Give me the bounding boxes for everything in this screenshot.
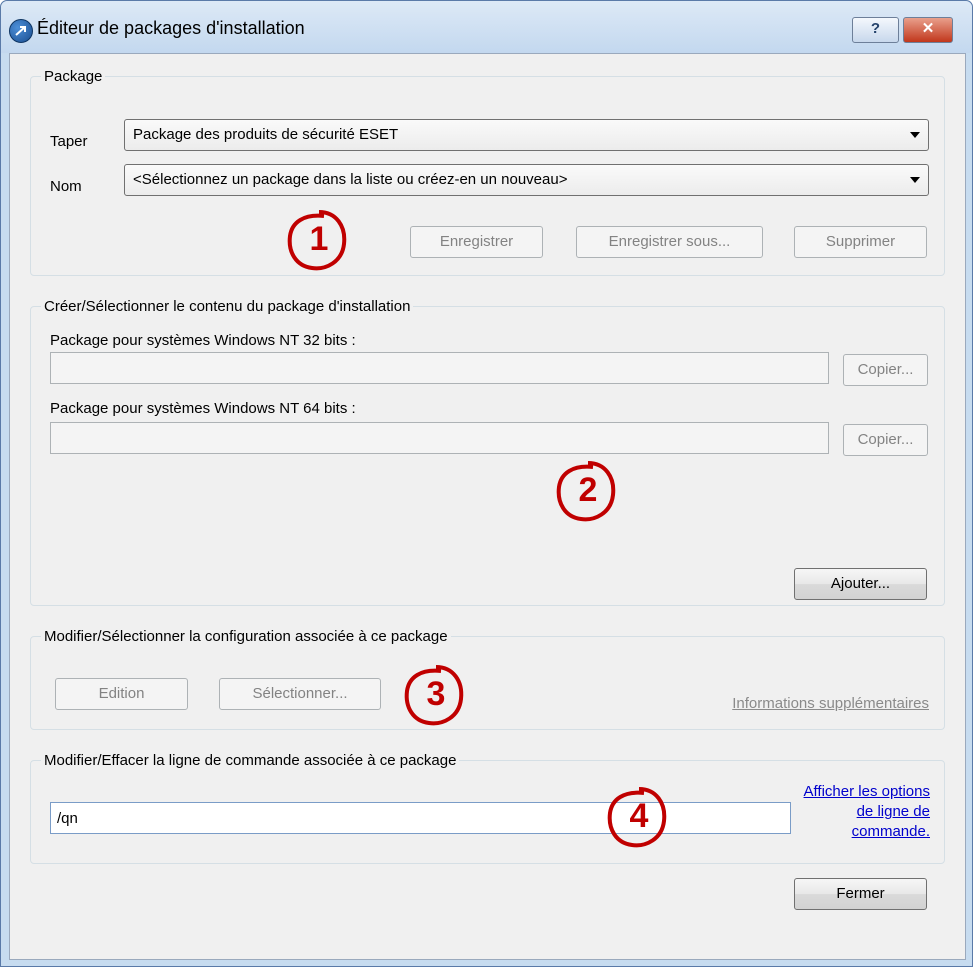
delete-button[interactable]: Supprimer xyxy=(794,226,927,258)
name-dropdown[interactable]: <Sélectionnez un package dans la liste o… xyxy=(124,164,929,196)
installer-package-editor-window: Éditeur de packages d'installation ? ✕ P… xyxy=(0,0,973,967)
annotation-marker-2: 2 xyxy=(553,457,623,527)
more-info-link[interactable]: Informations supplémentaires xyxy=(670,694,929,714)
nt64-label: Package pour systèmes Windows NT 64 bits… xyxy=(50,400,356,417)
package-content-group-legend: Créer/Sélectionner le contenu du package… xyxy=(44,298,411,315)
close-window-button[interactable]: ✕ xyxy=(903,17,953,43)
nt32-label: Package pour systèmes Windows NT 32 bits… xyxy=(50,332,356,349)
annotation-marker-1: 1 xyxy=(284,206,354,276)
save-as-button[interactable]: Enregistrer sous... xyxy=(576,226,763,258)
select-configuration-button[interactable]: Sélectionner... xyxy=(219,678,381,710)
annotation-marker-3: 3 xyxy=(401,661,471,731)
type-label: Taper xyxy=(50,133,88,150)
name-label: Nom xyxy=(50,178,82,195)
type-dropdown-value: Package des produits de sécurité ESET xyxy=(133,126,399,143)
name-dropdown-value: <Sélectionnez un package dans la liste o… xyxy=(133,171,568,188)
app-icon xyxy=(9,19,33,43)
title-bar[interactable]: Éditeur de packages d'installation ? ✕ xyxy=(1,1,972,53)
chevron-down-icon xyxy=(910,177,920,183)
chevron-down-icon xyxy=(910,132,920,138)
dialog-client-area: Package Taper Package des produits de sé… xyxy=(9,53,966,960)
copy-nt64-button[interactable]: Copier... xyxy=(843,424,928,456)
type-dropdown[interactable]: Package des produits de sécurité ESET xyxy=(124,119,929,151)
edit-configuration-button[interactable]: Edition xyxy=(55,678,188,710)
add-button[interactable]: Ajouter... xyxy=(794,568,927,600)
annotation-marker-4: 4 xyxy=(604,783,674,853)
save-button[interactable]: Enregistrer xyxy=(410,226,543,258)
command-line-options-link[interactable]: Afficher les options de ligne de command… xyxy=(796,782,930,842)
nt32-package-field[interactable] xyxy=(50,352,829,384)
configuration-group-legend: Modifier/Sélectionner la configuration a… xyxy=(44,628,448,645)
copy-nt32-button[interactable]: Copier... xyxy=(843,354,928,386)
nt64-package-field[interactable] xyxy=(50,422,829,454)
close-button[interactable]: Fermer xyxy=(794,878,927,910)
package-group-legend: Package xyxy=(44,68,103,85)
command-line-group-legend: Modifier/Effacer la ligne de commande as… xyxy=(44,752,457,769)
window-title: Éditeur de packages d'installation xyxy=(37,18,305,38)
help-button[interactable]: ? xyxy=(852,17,899,43)
command-line-input[interactable]: /qn xyxy=(50,802,791,834)
